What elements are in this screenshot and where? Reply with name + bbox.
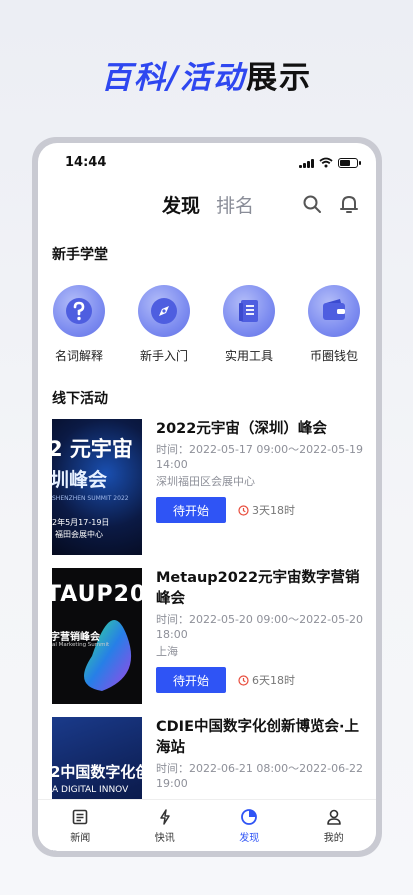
status-bar: 14:44 — [38, 155, 376, 175]
beginner-section-title: 新手学堂 — [52, 247, 108, 263]
event-time: 时间：2022-05-20 09:00～2022-05-20 18:00 — [156, 613, 364, 641]
thumb-text: 2年5月17-19日 — [52, 518, 110, 527]
event-countdown: 6天18时 — [238, 672, 295, 688]
event-status-button[interactable]: 待开始 — [156, 497, 226, 523]
thumb-text: 2中国数字化创 — [52, 763, 142, 781]
thumb-text: 圳峰会 — [52, 469, 108, 491]
search-icon[interactable] — [302, 194, 322, 214]
event-time: 时间：2022-06-21 08:00～2022-06-22 19:00 — [156, 762, 364, 790]
promo-banner-title: 百科/活动展示 — [0, 52, 413, 97]
thumb-text: 2 元宇宙 — [52, 437, 133, 461]
wifi-icon — [319, 157, 333, 168]
banner-dark-text: 展示 — [246, 60, 313, 96]
tab-profile[interactable]: 我的 — [292, 800, 377, 851]
tab-discover[interactable]: 发现 — [162, 191, 200, 218]
quick-item-beginner-guide[interactable]: 新手入门 — [129, 285, 199, 364]
quick-item-wallet[interactable]: 币圈钱包 — [299, 285, 369, 364]
quick-item-glossary[interactable]: 名词解释 — [44, 285, 114, 364]
event-card[interactable]: TAUP20 字营销峰会 al Marketing Summit Metaup2… — [52, 568, 364, 704]
quick-item-label: 新手入门 — [139, 349, 188, 363]
signal-icon — [299, 158, 314, 168]
discover-icon — [241, 809, 258, 825]
tab-label: 快讯 — [154, 833, 175, 844]
event-location: 深圳福田区会展中心 — [156, 475, 255, 488]
thumb-text: al Marketing Summit — [52, 642, 110, 648]
quick-item-label: 名词解释 — [54, 349, 103, 363]
tab-ranking[interactable]: 排名 — [216, 191, 254, 218]
news-icon — [72, 809, 88, 825]
quick-item-label: 币圈钱包 — [309, 349, 358, 363]
compass-icon — [151, 298, 177, 324]
quick-item-label: 实用工具 — [224, 349, 273, 363]
top-nav: 发现 排名 — [38, 191, 376, 221]
tab-label: 发现 — [239, 833, 260, 844]
event-title: 2022元宇宙（深圳）峰会 — [156, 421, 327, 437]
event-thumbnail: TAUP20 字营销峰会 al Marketing Summit — [52, 568, 142, 704]
thumb-text: 福田会展中心 — [55, 530, 103, 539]
banner-accent-text: 百科/活动 — [100, 60, 247, 96]
quick-item-tools[interactable]: 实用工具 — [214, 285, 284, 364]
offline-events-section-title: 线下活动 — [52, 391, 108, 407]
event-countdown-text: 3天18时 — [252, 504, 295, 517]
thumb-text: A DIGITAL INNOV — [52, 785, 129, 795]
thumb-text: 字营销峰会 — [52, 632, 100, 643]
tab-flash[interactable]: 快讯 — [123, 800, 208, 851]
thumb-text: SHENZHEN SUMMIT 2022 — [52, 495, 129, 502]
book-icon — [239, 300, 258, 322]
tab-discover-bottom[interactable]: 发现 — [207, 800, 292, 851]
wallet-icon — [323, 299, 345, 320]
bottom-tab-bar: 新闻 快讯 发现 我的 — [38, 799, 376, 851]
clock-icon — [238, 674, 249, 686]
flash-icon — [160, 809, 170, 825]
tab-label: 我的 — [323, 833, 344, 844]
thumb-text: TAUP20 — [52, 582, 142, 607]
event-title: Metaup2022元宇宙数字营销峰会 — [156, 570, 360, 607]
bell-icon[interactable] — [339, 194, 359, 214]
battery-icon — [338, 157, 361, 168]
event-time: 时间：2022-05-17 09:00～2022-05-19 14:00 — [156, 443, 364, 471]
event-thumbnail: 2 元宇宙 圳峰会 SHENZHEN SUMMIT 2022 2年5月17-19… — [52, 419, 142, 555]
profile-icon — [326, 809, 341, 825]
event-card[interactable]: 2 元宇宙 圳峰会 SHENZHEN SUMMIT 2022 2年5月17-19… — [52, 419, 364, 555]
event-location: 上海 — [156, 645, 178, 658]
event-title: CDIE中国数字化创新博览会·上海站 — [156, 719, 359, 756]
status-time: 14:44 — [65, 155, 107, 170]
tab-label: 新闻 — [70, 833, 91, 844]
event-countdown-text: 6天18时 — [252, 674, 295, 687]
tab-news[interactable]: 新闻 — [38, 800, 123, 851]
event-countdown: 3天18时 — [238, 502, 295, 518]
event-status-button[interactable]: 待开始 — [156, 667, 226, 693]
phone-screen: 14:44 发现 排名 新手学堂 名词解释 新手入门 实用工具 币圈钱包 线下活… — [38, 143, 376, 851]
clock-icon — [238, 504, 249, 516]
question-icon — [66, 298, 92, 324]
